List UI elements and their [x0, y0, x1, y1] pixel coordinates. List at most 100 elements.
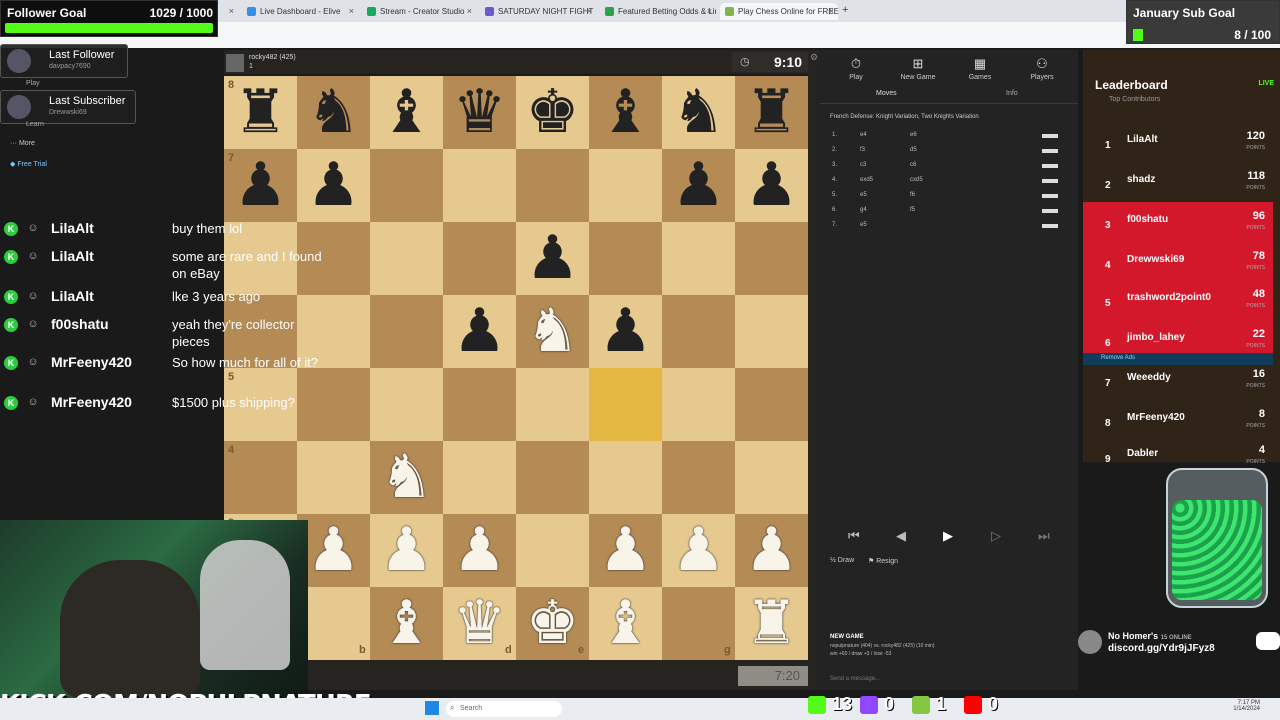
square-e4[interactable] [516, 368, 589, 441]
black-knight-g8[interactable]: ♞ [662, 76, 735, 149]
first-move-icon[interactable]: ⏮ [848, 528, 860, 544]
nav-play[interactable]: ⏱ Play [834, 56, 878, 81]
square-h6[interactable] [735, 222, 808, 295]
square-e2[interactable] [516, 514, 589, 587]
black-pawn-h7[interactable]: ♟ [735, 149, 808, 222]
menu-play[interactable]: Play [26, 80, 40, 87]
move-black[interactable]: f5 [910, 207, 915, 213]
move-white[interactable]: c3 [860, 162, 866, 168]
move-white[interactable]: exd5 [860, 177, 873, 183]
square-b3[interactable] [297, 441, 370, 514]
twitch-icon [860, 696, 878, 714]
last-move-icon[interactable]: ⏭ [1038, 528, 1050, 544]
square-f7[interactable] [589, 149, 662, 222]
black-queen-d8[interactable]: ♛ [443, 76, 516, 149]
square-h5[interactable] [735, 295, 808, 368]
new-tab-icon[interactable]: + [842, 4, 848, 16]
taskbar-search[interactable]: ⌕ Search [446, 701, 562, 717]
draw-button[interactable]: ½ Draw [830, 557, 854, 564]
move-white[interactable]: e5 [860, 222, 867, 228]
white-knight-c3[interactable]: ♞ [370, 441, 443, 514]
white-pawn-c2[interactable]: ♟ [370, 514, 443, 587]
chat-message-input[interactable]: Send a message... [826, 672, 1066, 686]
square-c6[interactable] [370, 222, 443, 295]
browser-tab[interactable]: Play Chess Online for FREE - 2× [720, 3, 838, 20]
close-tab-icon[interactable]: × [229, 6, 234, 16]
square-c5[interactable] [370, 295, 443, 368]
white-pawn-g2[interactable]: ♟ [662, 514, 735, 587]
resign-button[interactable]: ⚑ Resign [868, 557, 898, 565]
black-pawn-e6[interactable]: ♟ [516, 222, 589, 295]
black-rook-a8[interactable]: ♜ [224, 76, 297, 149]
move-white[interactable]: e4 [860, 132, 867, 138]
square-c7[interactable] [370, 149, 443, 222]
move-black[interactable]: cxd5 [910, 177, 923, 183]
square-f6[interactable] [589, 222, 662, 295]
nav-players[interactable]: ⚇ Players [1020, 56, 1064, 81]
move-white[interactable]: g4 [860, 207, 867, 213]
square-d4[interactable] [443, 368, 516, 441]
square-g3[interactable] [662, 441, 735, 514]
black-pawn-f5[interactable]: ♟ [589, 295, 662, 368]
counter-value: 0 [884, 694, 895, 714]
menu-learn[interactable]: Learn [26, 121, 44, 128]
play-icon[interactable]: ▶ [943, 528, 953, 544]
tab-info[interactable]: Info [1006, 90, 1018, 97]
white-pawn-h2[interactable]: ♟ [735, 514, 808, 587]
square-h4[interactable] [735, 368, 808, 441]
white-rook-h1[interactable]: ♜ [735, 587, 808, 660]
move-black[interactable]: d5 [910, 147, 917, 153]
menu-more[interactable]: ··· More [10, 140, 35, 147]
black-knight-b8[interactable]: ♞ [297, 76, 370, 149]
close-tab-icon[interactable]: × [467, 6, 472, 16]
close-tab-icon[interactable]: × [829, 6, 834, 16]
white-pawn-d2[interactable]: ♟ [443, 514, 516, 587]
square-c4[interactable] [370, 368, 443, 441]
square-e7[interactable] [516, 149, 589, 222]
white-bishop-f1[interactable]: ♝ [589, 587, 662, 660]
move-white[interactable]: e5 [860, 192, 867, 198]
nav-new-game[interactable]: ⊞ New Game [896, 56, 940, 81]
tab-moves[interactable]: Moves [876, 90, 897, 97]
browser-tab[interactable]: Live Dashboard - Elive × [242, 3, 358, 20]
black-pawn-b7[interactable]: ♟ [297, 149, 370, 222]
browser-tab[interactable]: SATURDAY NIGHT FIGHT × [480, 3, 596, 20]
close-tab-icon[interactable]: × [349, 6, 354, 16]
square-f4[interactable] [589, 368, 662, 441]
black-pawn-a7[interactable]: ♟ [224, 149, 297, 222]
black-pawn-g7[interactable]: ♟ [662, 149, 735, 222]
square-a3[interactable] [224, 441, 297, 514]
white-knight-e5[interactable]: ♞ [516, 295, 589, 368]
prev-move-icon[interactable]: ◀ [896, 528, 906, 544]
square-h3[interactable] [735, 441, 808, 514]
move-black[interactable]: f6 [910, 192, 915, 198]
square-f3[interactable] [589, 441, 662, 514]
windows-start-icon[interactable] [425, 701, 439, 715]
white-pawn-f2[interactable]: ♟ [589, 514, 662, 587]
square-d3[interactable] [443, 441, 516, 514]
square-d6[interactable] [443, 222, 516, 295]
move-black[interactable]: c6 [910, 162, 916, 168]
square-g5[interactable] [662, 295, 735, 368]
browser-tab[interactable]: Featured Betting Odds & Lines× [600, 3, 716, 20]
browser-tab[interactable]: Stream - Creator Studio × [362, 3, 476, 20]
free-trial-link[interactable]: ◆ Free Trial [10, 160, 47, 168]
move-white[interactable]: f3 [860, 147, 865, 153]
black-bishop-c8[interactable]: ♝ [370, 76, 443, 149]
move-black[interactable]: e6 [910, 132, 917, 138]
nav-games[interactable]: ▦ Games [958, 56, 1002, 81]
white-bishop-c1[interactable]: ♝ [370, 587, 443, 660]
black-pawn-d5[interactable]: ♟ [443, 295, 516, 368]
close-tab-icon[interactable]: × [707, 6, 712, 16]
black-king-e8[interactable]: ♚ [516, 76, 589, 149]
close-tab-icon[interactable]: × [587, 6, 592, 16]
square-e3[interactable] [516, 441, 589, 514]
square-g6[interactable] [662, 222, 735, 295]
black-bishop-f8[interactable]: ♝ [589, 76, 662, 149]
square-g4[interactable] [662, 368, 735, 441]
square-d7[interactable] [443, 149, 516, 222]
gear-icon[interactable]: ⚙ [810, 52, 818, 63]
points-label: POINTS [1246, 459, 1265, 465]
black-rook-h8[interactable]: ♜ [735, 76, 808, 149]
next-move-icon[interactable]: ▷ [991, 528, 1001, 544]
